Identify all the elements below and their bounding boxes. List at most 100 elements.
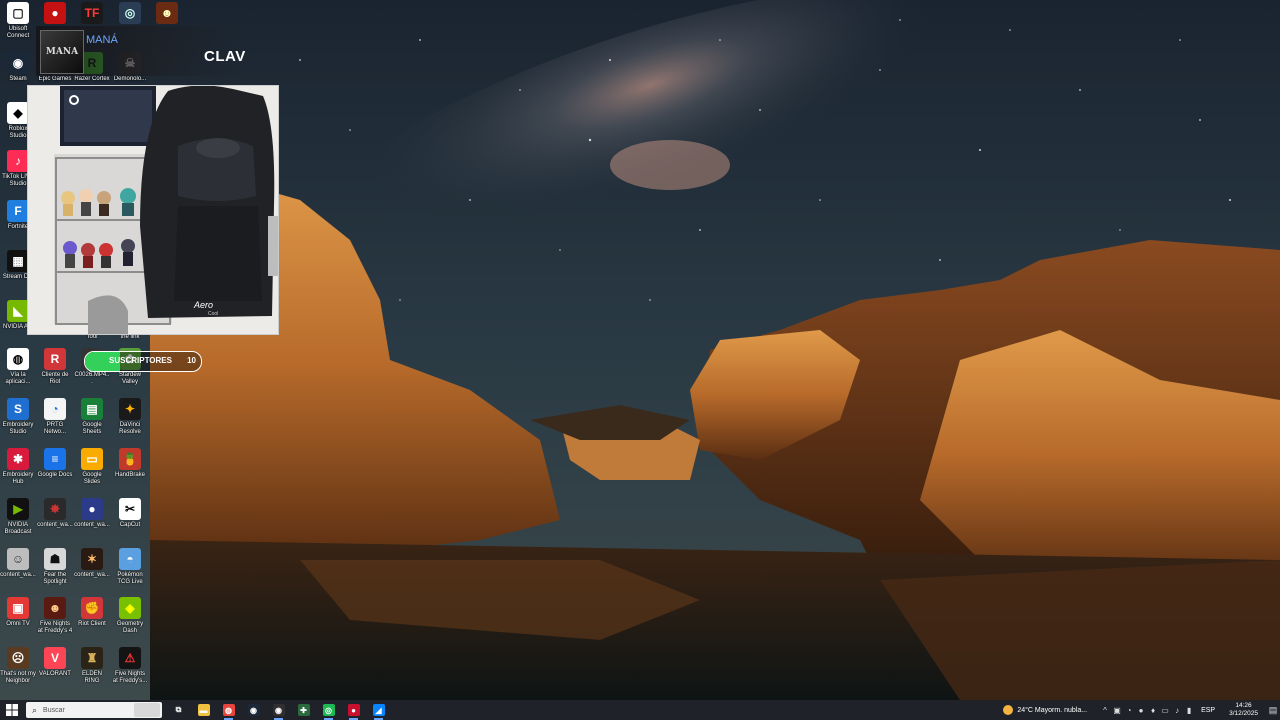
- svg-text:Cool: Cool: [208, 311, 218, 317]
- location-icon[interactable]: ●: [1135, 706, 1147, 715]
- desktop-icon-label: Geometry Dash: [116, 621, 144, 634]
- svg-text:Aero: Aero: [193, 300, 213, 310]
- desktop-icon-ubisoft[interactable]: ▢ Ubisoft Connect: [0, 2, 36, 40]
- desktop-icon-label: Fear the Spotlight: [43, 572, 67, 585]
- taskbar-clock[interactable]: 14:26 3/12/2025: [1229, 702, 1258, 718]
- desktop-icon-fnaf2[interactable]: ⚠ Five Nights at Freddy's...: [112, 647, 148, 685]
- tray-app-icon[interactable]: ◔: [1123, 706, 1135, 715]
- desktop-icon-gd[interactable]: ◈ Geometry Dash: [112, 597, 148, 635]
- microphone-icon[interactable]: ♦: [1147, 706, 1159, 715]
- riot-client-icon: ✊: [81, 597, 103, 619]
- network-icon[interactable]: ▭: [1159, 706, 1171, 715]
- desktop-icon-omni[interactable]: ▣ Omni TV: [0, 597, 36, 628]
- taskbar-app-streamer[interactable]: ◢: [366, 700, 391, 720]
- volume-icon[interactable]: ♪: [1171, 706, 1183, 715]
- fnaf-icon: ⚠: [119, 647, 141, 669]
- battery-icon[interactable]: ▮: [1183, 706, 1195, 715]
- desktop-icon-steam[interactable]: ◉ Steam: [0, 52, 36, 83]
- desktop-icon-cw2[interactable]: ● content_wa...: [74, 498, 110, 529]
- elden-ring-icon: ♜: [81, 647, 103, 669]
- webcam-overlay: Aero Cool: [27, 85, 279, 335]
- desktop-icon-capcut[interactable]: ✂ CapCut: [112, 498, 148, 529]
- desktop-icon-tf[interactable]: TF: [74, 2, 110, 26]
- desktop-icon-cw1[interactable]: ✸ content_wa...: [37, 498, 73, 529]
- desktop-icon-handbrake[interactable]: 🍍 HandBrake: [112, 448, 148, 479]
- desktop-icon-label: Epic Games: [38, 76, 72, 82]
- desktop-icon-elden[interactable]: ♜ ELDEN RING: [74, 647, 110, 685]
- helmet-icon: ◎: [119, 2, 141, 24]
- taskbar-app-gamepad[interactable]: ✚: [291, 700, 316, 720]
- google-sheets-icon: ▤: [81, 398, 103, 420]
- taskbar-app-obs[interactable]: ◉: [266, 700, 291, 720]
- desktop-icon-cw4[interactable]: ✶ content_wa...: [74, 548, 110, 579]
- nvidia-broadcast-icon: ▶: [7, 498, 29, 520]
- desktop-icon-chrome-app[interactable]: ◍ Vía la aplicaci...: [0, 348, 36, 386]
- desktop-icon-fnaf[interactable]: ☻: [149, 2, 185, 26]
- taskbar-app-file-explorer[interactable]: ▬: [191, 700, 216, 720]
- desktop-icon-davinci[interactable]: ✦ DaVinci Resolve: [112, 398, 148, 436]
- desktop-icon-riot[interactable]: R Cliente de Riot: [37, 348, 73, 386]
- desktop-icon-valorant[interactable]: V VALORANT: [37, 647, 73, 678]
- taskbar-app-record[interactable]: ●: [341, 700, 366, 720]
- desktop-icon-prtg[interactable]: ◔ PRTG Netwo...: [37, 398, 73, 436]
- desktop-icon-docs[interactable]: ≡ Google Docs: [37, 448, 73, 479]
- desktop-icon-label: Ubisoft Connect: [6, 26, 30, 39]
- chrome-icon: ◍: [222, 704, 235, 716]
- desktop-icon-among[interactable]: ●: [37, 2, 73, 26]
- pokemon-icon: ◓: [119, 548, 141, 570]
- chevron-up-icon[interactable]: ^: [1099, 706, 1111, 715]
- desktop-icon-label: Steam: [9, 76, 27, 82]
- desktop-icon-slides[interactable]: ▭ Google Slides: [74, 448, 110, 486]
- desktop-icon-nv-broadcast[interactable]: ▶ NVIDIA Broadcast: [0, 498, 36, 536]
- content-warning-icon: ✸: [44, 498, 66, 520]
- desktop-icon-fear[interactable]: ☗ Fear the Spotlight: [37, 548, 73, 586]
- taskbar-search-box[interactable]: ⌕ Buscar: [26, 702, 162, 718]
- content-warning-icon: ☺: [7, 548, 29, 570]
- desktop-icon-label: Omni TV: [6, 621, 30, 627]
- desktop-icon-label: Google Sheets: [82, 422, 102, 435]
- desktop-icon-neighbor[interactable]: ☹ That's not my Neighbor: [0, 647, 36, 685]
- desktop-icon-cw3[interactable]: ☺ content_wa...: [0, 548, 36, 579]
- desktop-icon-label: Google Docs: [37, 472, 73, 478]
- desktop-icon-label: Riot Client: [78, 621, 106, 627]
- content-warning-icon: ✶: [81, 548, 103, 570]
- taskbar-app-task-view[interactable]: ⧉: [166, 700, 191, 720]
- taskbar-app-spotify[interactable]: ◎: [316, 700, 341, 720]
- windows-logo-icon: [6, 704, 18, 716]
- capcut-icon: ✂: [119, 498, 141, 520]
- search-icon: ⌕: [32, 704, 38, 715]
- desktop-icon-label: Google Slides: [82, 472, 102, 485]
- tray-app-icon[interactable]: ▣: [1111, 706, 1123, 715]
- spotify-icon: ◎: [322, 704, 335, 716]
- desktop-icon-label: content_wa...: [37, 522, 73, 528]
- desktop-icon-sheets[interactable]: ▤ Google Sheets: [74, 398, 110, 436]
- desktop-icon-fnaf4[interactable]: ☻ Five Nights at Freddy's 4: [37, 597, 73, 635]
- weather-sun-icon: [1003, 705, 1014, 715]
- taskbar-app-chrome[interactable]: ◍: [216, 700, 241, 720]
- search-placeholder: Buscar: [43, 706, 65, 714]
- desktop-icon-pokemon[interactable]: ◓ Pokémon TCG Live: [112, 548, 148, 586]
- start-button[interactable]: [0, 700, 24, 720]
- geometry-dash-icon: ◈: [119, 597, 141, 619]
- desktop-icon-label: Embroidery Hub: [2, 472, 34, 485]
- streamdeck-icon: ▦: [7, 250, 29, 272]
- riot-client-icon: R: [44, 348, 66, 370]
- subscriber-goal-bar: SUSCRIPTORES 10: [84, 351, 202, 372]
- tiktok-icon: ♪: [7, 150, 29, 172]
- desktop-icon-label: Five Nights at Freddy's...: [112, 671, 148, 684]
- desktop-icon-label: Five Nights at Freddy's 4: [37, 621, 73, 634]
- language-indicator[interactable]: ESP: [1201, 707, 1215, 714]
- system-tray: 24°C Mayorm. nubla... ^ ▣ ◔ ● ♦ ▭ ♪ ▮ ES…: [1003, 700, 1280, 720]
- desktop-icon-label: content_wa...: [74, 522, 110, 528]
- roblox-icon: ◆: [7, 102, 29, 124]
- taskbar-app-steam[interactable]: ◉: [241, 700, 266, 720]
- desktop-icon-riot2[interactable]: ✊ Riot Client: [74, 597, 110, 628]
- weather-widget[interactable]: 24°C Mayorm. nubla...: [1003, 705, 1087, 715]
- desktop-icon-label: Cliente de Riot: [41, 372, 69, 385]
- desktop-icon-embroidery-hub[interactable]: ✱ Embroidery Hub: [0, 448, 36, 486]
- desktop-icon-label: Razer Cortex: [74, 76, 110, 82]
- notification-icon[interactable]: ▤: [1266, 705, 1280, 716]
- desktop-icon-embroidery-studio[interactable]: S Embroidery Studio: [0, 398, 36, 436]
- taskbar: ⌕ Buscar ⧉ ▬ ◍ ◉ ◉ ✚ ◎ ● ◢ 24°C Mayorm. nubla...…: [0, 700, 1280, 720]
- desktop-icon-jedi[interactable]: ◎: [112, 2, 148, 26]
